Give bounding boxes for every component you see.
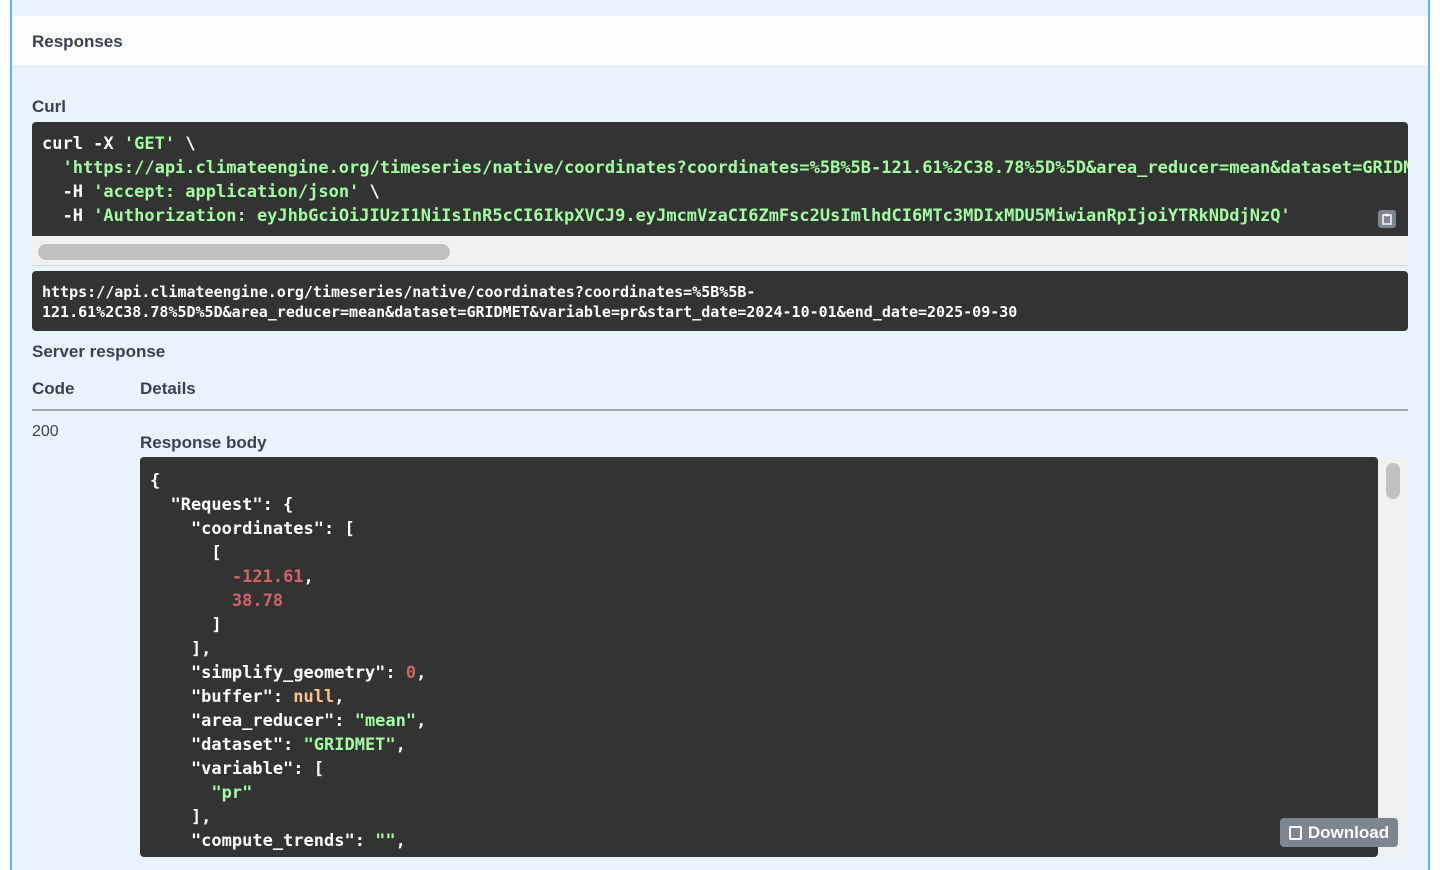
curl-accept-flag: -H [42,182,94,202]
table-divider [32,409,1408,411]
curl-auth-header: 'Authorization: eyJhbGciOiJIUzI1NiIsInR5… [93,206,1291,226]
curl-auth-flag: -H [42,206,94,226]
curl-cmd: curl -X [42,134,124,154]
curl-command[interactable]: curl -X 'GET' \ 'https://api.climateengi… [32,122,1408,228]
responses-title: Responses [32,32,123,51]
curl-line3-tail: \ [359,182,380,202]
panel-top-strip [12,0,1428,16]
curl-line1-tail: \ [175,134,196,154]
curl-accept-header: 'accept: application/json' [93,182,360,202]
request-url-line2: 121.61%2C38.78%5D%5D&area_reducer=mean&d… [42,303,1018,321]
response-body-json[interactable]: { "Request": { "coordinates": [ [ -121.6… [140,457,1378,857]
request-url-line1: https://api.climateengine.org/timeseries… [42,283,756,301]
request-url-block: https://api.climateengine.org/timeseries… [32,271,1408,331]
details-column-header: Details [140,379,196,398]
clipboard-icon [1288,825,1302,840]
download-label: Download [1307,822,1390,842]
response-body-block[interactable]: { "Request": { "coordinates": [ [ -121.6… [140,457,1378,857]
clipboard-icon[interactable] [1378,210,1396,228]
clipboard-icon-glyph [1382,213,1392,225]
scrollbar-thumb[interactable] [1386,463,1400,499]
response-vertical-scrollbar[interactable] [1378,457,1408,857]
curl-url: 'https://api.climateengine.org/timeserie… [62,158,1408,178]
curl-label: Curl [32,97,66,116]
responses-header: Responses [12,16,1428,67]
status-code: 200 [32,423,59,440]
curl-method: 'GET' [123,134,176,154]
response-body-label: Response body [140,433,267,452]
code-column-header: Code [32,379,75,398]
request-url: https://api.climateengine.org/timeseries… [32,271,1408,322]
download-button[interactable]: Download [1280,818,1398,847]
curl-horizontal-scrollbar[interactable] [32,236,1408,266]
get-operation-panel: Responses Curl curl -X 'GET' \ 'https://… [10,0,1430,870]
curl-code-block[interactable]: curl -X 'GET' \ 'https://api.climateengi… [32,122,1408,236]
server-response-label: Server response [32,342,166,361]
scrollbar-thumb[interactable] [38,244,450,260]
